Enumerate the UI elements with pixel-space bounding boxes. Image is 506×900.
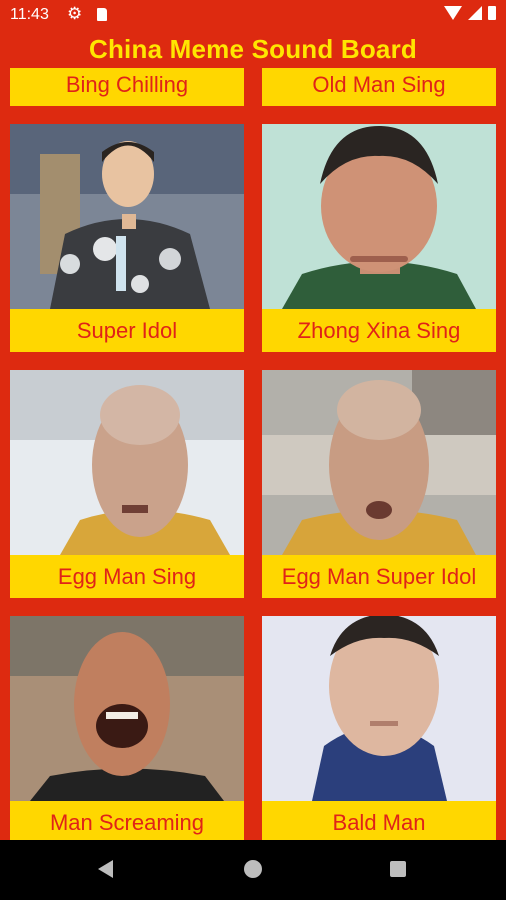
thumbnail-image [10, 616, 244, 801]
sound-label: Egg Man Sing [57, 563, 197, 589]
sound-card-bing-chilling[interactable]: Bing Chilling [10, 68, 244, 106]
thumbnail-image [262, 370, 496, 555]
thumbnail-image [10, 370, 244, 555]
gear-icon: ⚙ [67, 4, 83, 23]
sound-label: Super Idol [76, 317, 178, 343]
wifi-icon [444, 6, 462, 20]
sound-label: Egg Man Super Idol [281, 563, 477, 589]
recent-apps-icon[interactable] [390, 861, 406, 877]
back-icon[interactable] [98, 860, 113, 878]
status-bar: 11:43 ⚙ [0, 0, 506, 30]
sd-card-icon [97, 8, 107, 21]
navigation-bar [0, 840, 506, 900]
signal-icon [468, 6, 482, 20]
clock: 11:43 [10, 6, 49, 23]
sound-card-zhong-xina-sing[interactable]: Zhong Xina Sing [262, 124, 496, 352]
sound-card-egg-man-super-idol[interactable]: Egg Man Super Idol [262, 370, 496, 598]
app-title: China Meme Sound Board [89, 34, 417, 64]
sound-card-man-screaming[interactable]: Man Screaming [10, 616, 244, 840]
thumbnail-image [262, 124, 496, 309]
sound-label: Zhong Xina Sing [297, 317, 461, 343]
sound-label: Bing Chilling [65, 71, 189, 97]
sound-card-super-idol[interactable]: Super Idol [10, 124, 244, 352]
sound-label: Bald Man [332, 809, 426, 835]
home-icon[interactable] [244, 860, 262, 878]
battery-icon [488, 6, 496, 20]
thumbnail-image [10, 124, 244, 309]
sound-card-old-man-sing[interactable]: Old Man Sing [262, 68, 496, 106]
sound-label: Old Man Sing [312, 71, 446, 97]
sound-card-egg-man-sing[interactable]: Egg Man Sing [10, 370, 244, 598]
status-icons [444, 6, 496, 20]
sound-label: Man Screaming [49, 809, 205, 835]
thumbnail-image [262, 616, 496, 801]
sound-card-bald-man[interactable]: Bald Man [262, 616, 496, 840]
sound-grid[interactable]: Bing Chilling Old Man Sing Super Idol Zh… [0, 68, 506, 840]
